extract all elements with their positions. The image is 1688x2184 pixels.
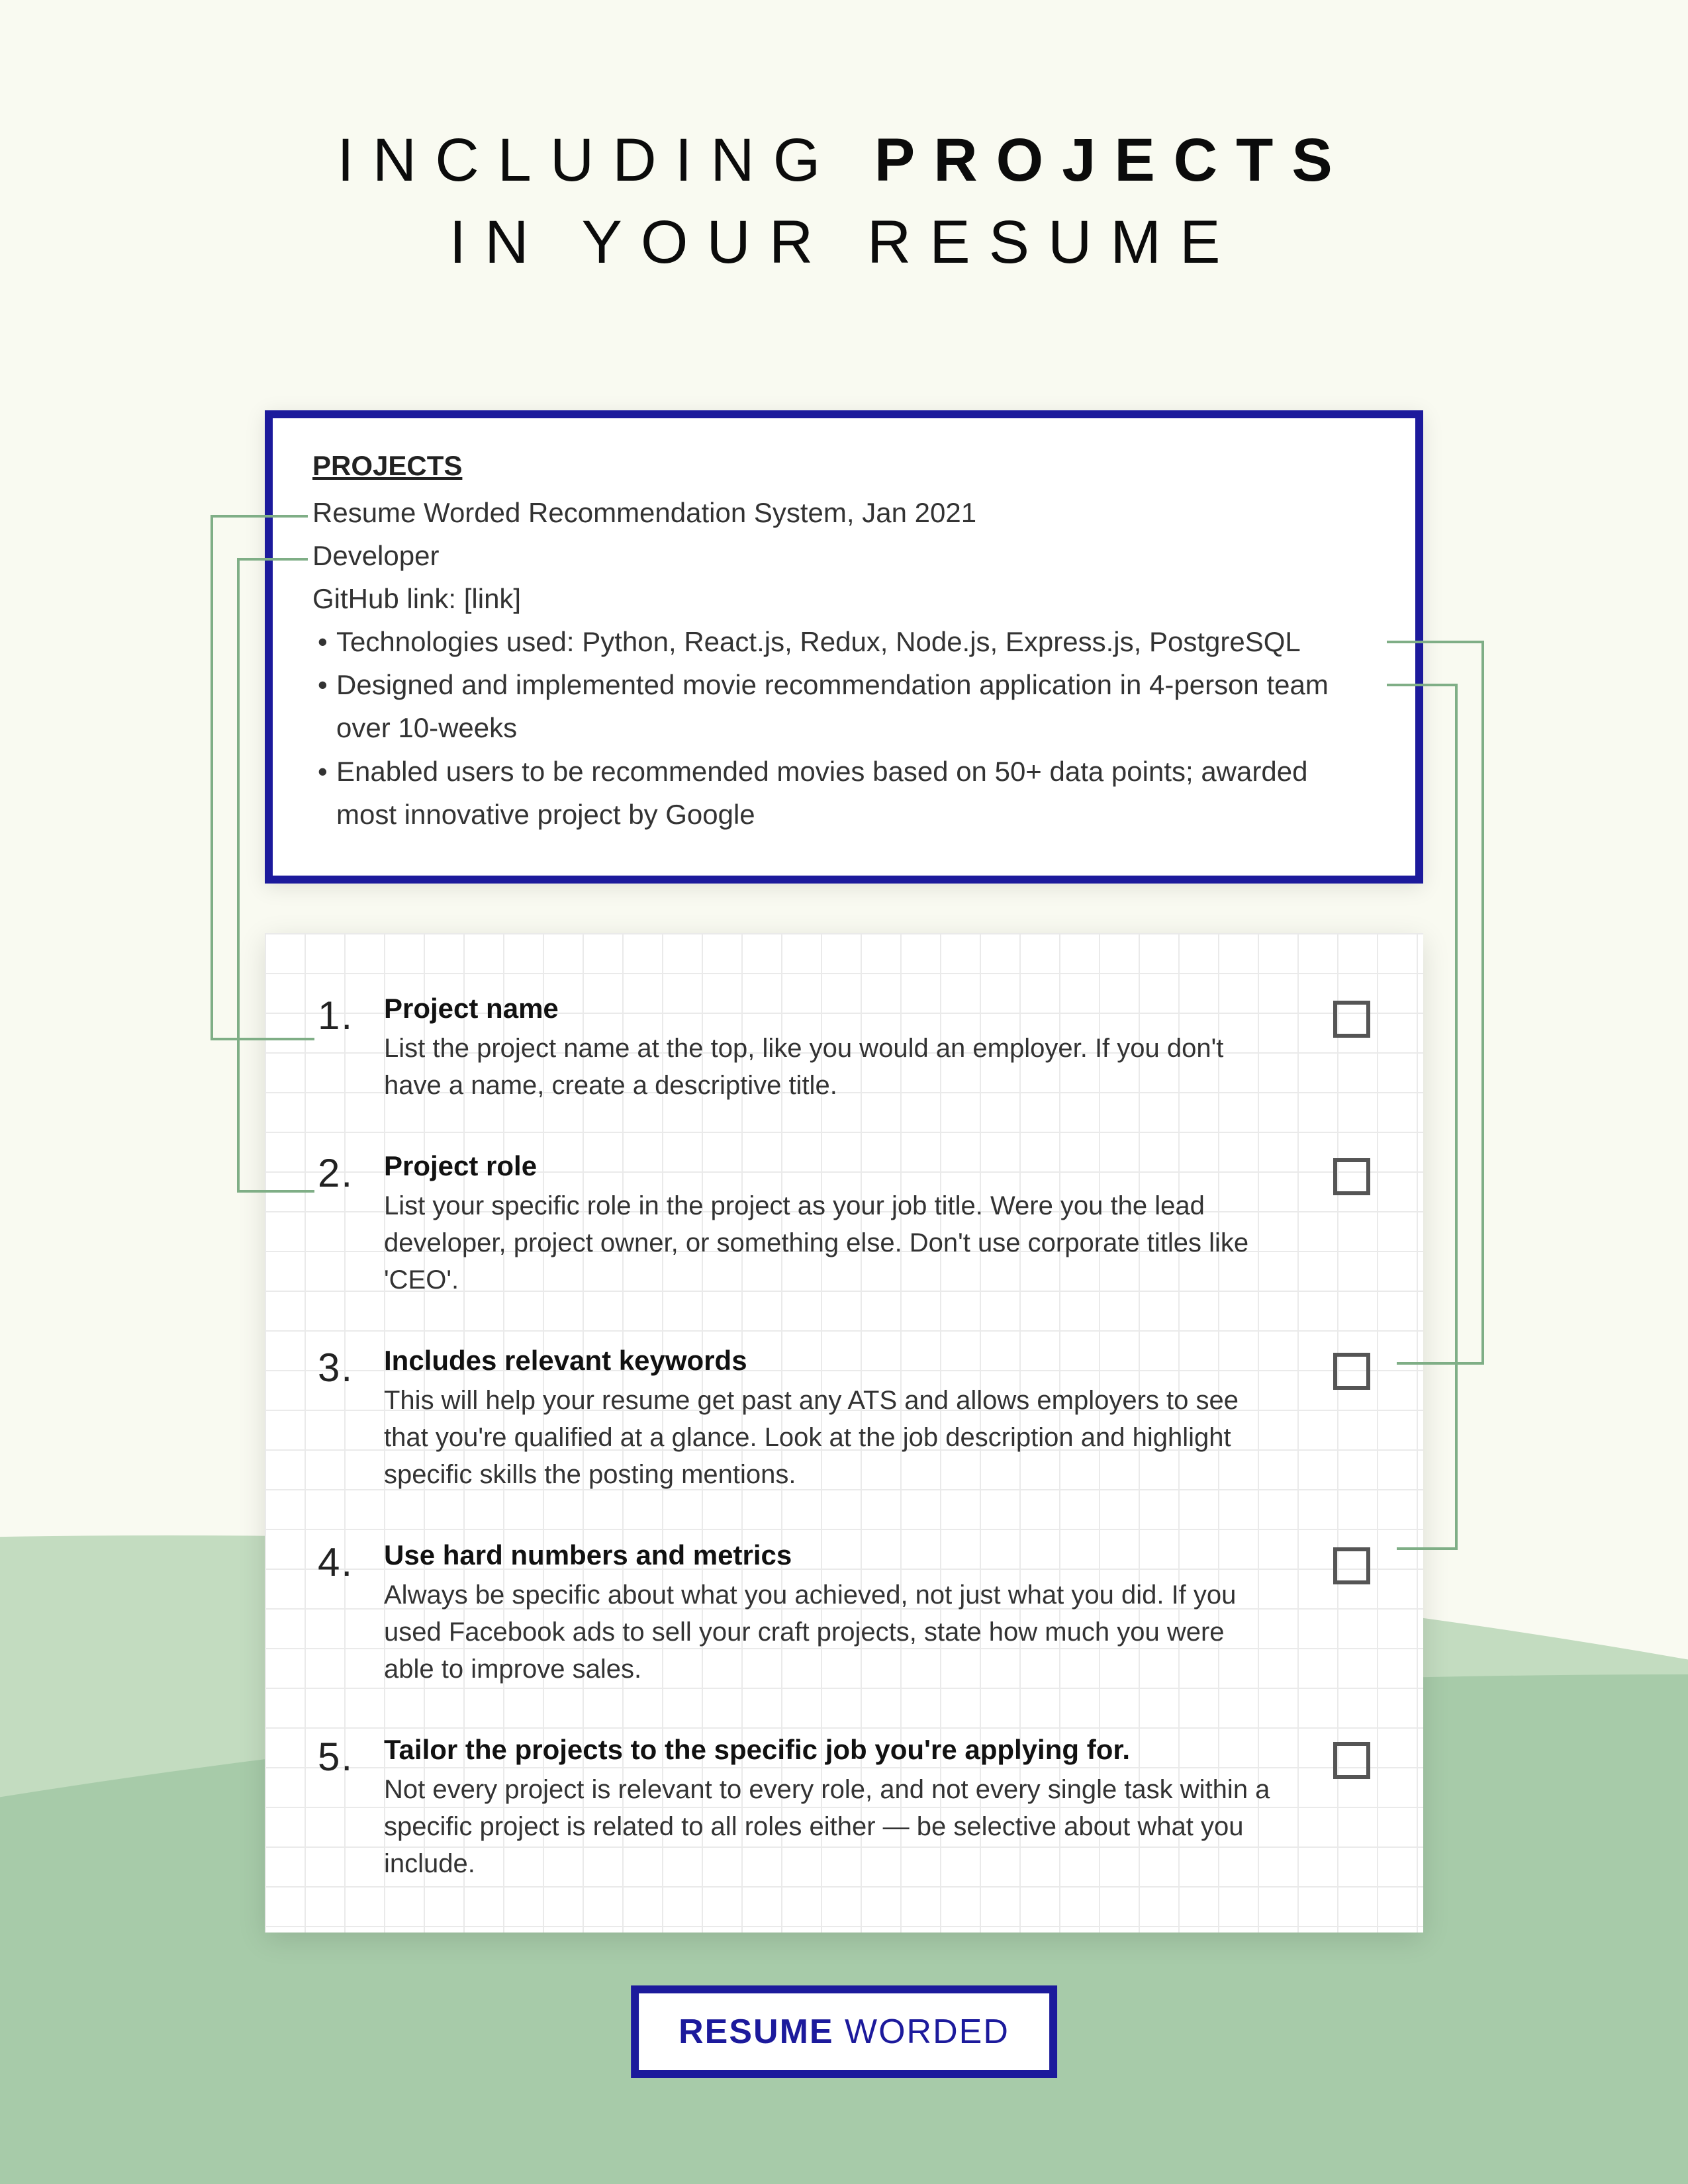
brand-bold: RESUME (679, 2013, 833, 2051)
item-desc: List your specific role in the project a… (384, 1187, 1278, 1298)
page-title: Including Projects In Your Resume (0, 119, 1688, 283)
title-line1-bold: Projects (874, 126, 1351, 194)
item-title: Includes relevant keywords (384, 1345, 1278, 1377)
item-title: Tailor the projects to the specific job … (384, 1734, 1278, 1766)
item-number: 2. (318, 1150, 365, 1298)
item-desc: This will help your resume get past any … (384, 1382, 1278, 1493)
checkbox-icon[interactable] (1333, 1742, 1370, 1779)
checkbox-icon[interactable] (1333, 1547, 1370, 1584)
checklist-card: 1. Project name List the project name at… (265, 933, 1423, 1933)
title-line2: In Your Resume (0, 201, 1688, 283)
example-bullet: Designed and implemented movie recommend… (312, 663, 1376, 749)
brand-logo: RESUME WORDED (631, 1985, 1057, 2078)
brand-light: WORDED (834, 2013, 1009, 2051)
checkbox-icon[interactable] (1333, 1001, 1370, 1038)
example-project-link: GitHub link: [link] (312, 577, 1376, 620)
checklist-item-3: 3. Includes relevant keywords This will … (318, 1345, 1370, 1493)
item-desc: Not every project is relevant to every r… (384, 1771, 1278, 1882)
item-number: 5. (318, 1734, 365, 1882)
example-project-title: Resume Worded Recommendation System, Jan… (312, 491, 1376, 534)
item-desc: List the project name at the top, like y… (384, 1030, 1278, 1104)
checkbox-icon[interactable] (1333, 1158, 1370, 1195)
title-line1-pre: Including (337, 126, 874, 194)
example-section-heading: PROJECTS (312, 450, 1376, 482)
item-title: Use hard numbers and metrics (384, 1539, 1278, 1571)
example-project-role: Developer (312, 534, 1376, 577)
checklist-item-1: 1. Project name List the project name at… (318, 993, 1370, 1104)
item-title: Project role (384, 1150, 1278, 1182)
checklist-item-4: 4. Use hard numbers and metrics Always b… (318, 1539, 1370, 1688)
item-number: 4. (318, 1539, 365, 1688)
example-projects-card: PROJECTS Resume Worded Recommendation Sy… (265, 410, 1423, 884)
item-title: Project name (384, 993, 1278, 1024)
example-bullet: Enabled users to be recommended movies b… (312, 750, 1376, 836)
item-number: 3. (318, 1345, 365, 1493)
checklist-item-2: 2. Project role List your specific role … (318, 1150, 1370, 1298)
item-desc: Always be specific about what you achiev… (384, 1576, 1278, 1688)
example-bullet: Technologies used: Python, React.js, Red… (312, 620, 1376, 663)
item-number: 1. (318, 993, 365, 1104)
checklist-item-5: 5. Tailor the projects to the specific j… (318, 1734, 1370, 1882)
checkbox-icon[interactable] (1333, 1353, 1370, 1390)
